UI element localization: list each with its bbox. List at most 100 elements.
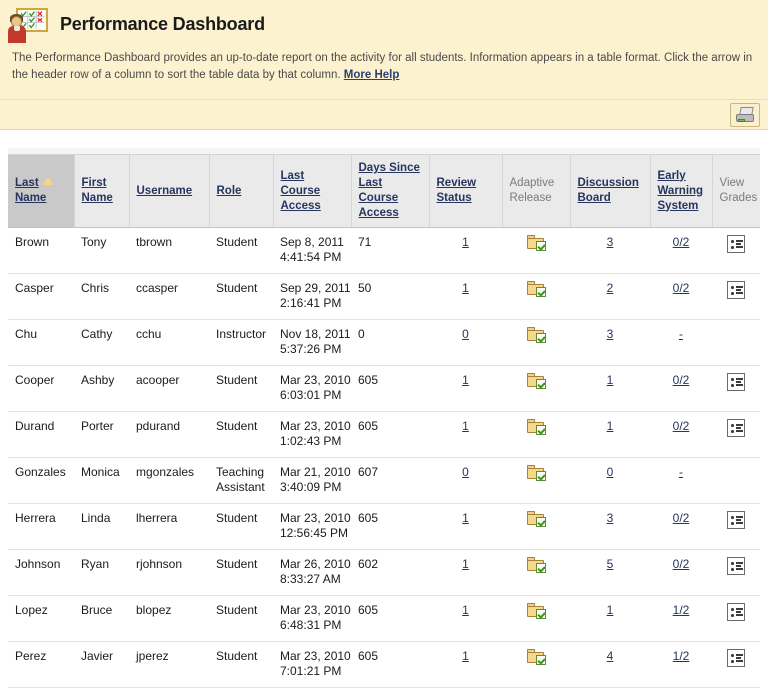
cell-early-warning-system[interactable]: - xyxy=(650,319,712,366)
cell-discussion-board[interactable]: 0 xyxy=(570,457,650,504)
cell-view-grades[interactable] xyxy=(712,411,760,458)
review-status-link[interactable]: 1 xyxy=(462,419,469,433)
cell-username: jperez xyxy=(129,641,209,688)
cell-view-grades[interactable] xyxy=(712,503,760,550)
grades-list-icon[interactable] xyxy=(727,557,745,575)
column-header-discussion-board[interactable]: Discussion Board xyxy=(570,154,651,228)
discussion-board-link[interactable]: 5 xyxy=(607,557,614,571)
discussion-board-link[interactable]: 3 xyxy=(607,235,614,249)
cell-review-status[interactable]: 1 xyxy=(429,549,502,596)
grades-list-icon[interactable] xyxy=(727,511,745,529)
print-button[interactable] xyxy=(730,102,760,127)
column-header-role-label[interactable]: Role xyxy=(217,185,242,197)
cell-discussion-board[interactable]: 3 xyxy=(570,227,650,274)
column-header-review-status-label[interactable]: Review Status xyxy=(437,177,477,204)
cell-role: Teaching Assistant xyxy=(209,457,273,504)
grades-list-icon[interactable] xyxy=(727,649,745,667)
discussion-board-link[interactable]: 1 xyxy=(607,419,614,433)
column-header-last-name[interactable]: Last Name xyxy=(8,154,75,228)
cell-early-warning-system[interactable]: 0/2 xyxy=(650,227,712,274)
early-warning-link[interactable]: - xyxy=(679,465,683,479)
cell-review-status[interactable]: 1 xyxy=(429,641,502,688)
cell-discussion-board[interactable]: 1 xyxy=(570,365,650,412)
review-status-link[interactable]: 1 xyxy=(462,281,469,295)
cell-discussion-board[interactable]: 4 xyxy=(570,641,650,688)
column-header-first-name[interactable]: First Name xyxy=(74,154,130,228)
cell-discussion-board[interactable]: 5 xyxy=(570,549,650,596)
column-header-early-warning-label[interactable]: Early Warning System xyxy=(658,170,704,212)
discussion-board-link[interactable]: 3 xyxy=(607,511,614,525)
discussion-board-link[interactable]: 1 xyxy=(607,603,614,617)
cell-discussion-board[interactable]: 2 xyxy=(570,273,650,320)
early-warning-link[interactable]: 0/2 xyxy=(673,281,690,295)
cell-view-grades[interactable] xyxy=(712,641,760,688)
cell-view-grades[interactable] xyxy=(712,365,760,412)
cell-early-warning-system[interactable]: 0/2 xyxy=(650,549,712,596)
cell-early-warning-system[interactable]: 1/2 xyxy=(650,595,712,642)
early-warning-link[interactable]: 1/2 xyxy=(673,649,690,663)
early-warning-link[interactable]: 0/2 xyxy=(673,419,690,433)
sort-ascending-triangle-icon[interactable] xyxy=(42,177,55,185)
column-header-username[interactable]: Username xyxy=(129,154,210,228)
grades-list-icon[interactable] xyxy=(727,235,745,253)
cell-early-warning-system[interactable]: 0/2 xyxy=(650,273,712,320)
early-warning-link[interactable]: 0/2 xyxy=(673,557,690,571)
cell-review-status[interactable]: 1 xyxy=(429,273,502,320)
cell-review-status[interactable]: 0 xyxy=(429,457,502,504)
column-header-username-label[interactable]: Username xyxy=(137,185,193,197)
review-status-link[interactable]: 0 xyxy=(462,327,469,341)
cell-review-status[interactable]: 1 xyxy=(429,503,502,550)
discussion-board-link[interactable]: 1 xyxy=(607,373,614,387)
column-header-days-since-last-course-access[interactable]: Days Since Last Course Access xyxy=(351,154,430,228)
cell-view-grades[interactable] xyxy=(712,227,760,274)
column-header-discussion-board-label[interactable]: Discussion Board xyxy=(578,177,639,204)
cell-discussion-board[interactable]: 1 xyxy=(570,411,650,458)
grades-list-icon[interactable] xyxy=(727,373,745,391)
more-help-link[interactable]: More Help xyxy=(344,69,400,81)
cell-review-status[interactable]: 1 xyxy=(429,595,502,642)
cell-review-status[interactable]: 1 xyxy=(429,411,502,458)
review-status-link[interactable]: 0 xyxy=(462,465,469,479)
discussion-board-link[interactable]: 4 xyxy=(607,649,614,663)
early-warning-link[interactable]: 0/2 xyxy=(673,235,690,249)
column-header-last-course-access[interactable]: Last Course Access xyxy=(273,154,352,228)
early-warning-link[interactable]: 1/2 xyxy=(673,603,690,617)
review-status-link[interactable]: 1 xyxy=(462,373,469,387)
cell-last-name: Cooper xyxy=(8,365,74,412)
early-warning-link[interactable]: - xyxy=(679,327,683,341)
review-status-link[interactable]: 1 xyxy=(462,649,469,663)
cell-discussion-board[interactable]: 1 xyxy=(570,595,650,642)
cell-early-warning-system[interactable]: 1/2 xyxy=(650,641,712,688)
column-header-review-status[interactable]: Review Status xyxy=(429,154,503,228)
cell-view-grades[interactable] xyxy=(712,549,760,596)
early-warning-link[interactable]: 0/2 xyxy=(673,373,690,387)
cell-discussion-board[interactable]: 3 xyxy=(570,319,650,366)
cell-early-warning-system[interactable]: 0/2 xyxy=(650,365,712,412)
column-header-early-warning-system[interactable]: Early Warning System xyxy=(650,154,713,228)
grades-list-icon[interactable] xyxy=(727,281,745,299)
cell-first-name: Cathy xyxy=(74,319,129,366)
cell-view-grades[interactable] xyxy=(712,595,760,642)
cell-review-status[interactable]: 1 xyxy=(429,365,502,412)
cell-review-status[interactable]: 1 xyxy=(429,227,502,274)
cell-discussion-board[interactable]: 3 xyxy=(570,503,650,550)
cell-view-grades[interactable] xyxy=(712,273,760,320)
grades-list-icon[interactable] xyxy=(727,603,745,621)
discussion-board-link[interactable]: 2 xyxy=(607,281,614,295)
column-header-days-since-label[interactable]: Days Since Last Course Access xyxy=(359,162,420,219)
cell-early-warning-system[interactable]: 0/2 xyxy=(650,503,712,550)
column-header-role[interactable]: Role xyxy=(209,154,274,228)
review-status-link[interactable]: 1 xyxy=(462,235,469,249)
cell-review-status[interactable]: 0 xyxy=(429,319,502,366)
review-status-link[interactable]: 1 xyxy=(462,603,469,617)
review-status-link[interactable]: 1 xyxy=(462,511,469,525)
review-status-link[interactable]: 1 xyxy=(462,557,469,571)
column-header-first-name-label[interactable]: First Name xyxy=(82,177,113,204)
cell-early-warning-system[interactable]: 0/2 xyxy=(650,411,712,458)
column-header-last-course-access-label[interactable]: Last Course Access xyxy=(281,170,321,212)
cell-early-warning-system[interactable]: - xyxy=(650,457,712,504)
early-warning-link[interactable]: 0/2 xyxy=(673,511,690,525)
discussion-board-link[interactable]: 0 xyxy=(607,465,614,479)
discussion-board-link[interactable]: 3 xyxy=(607,327,614,341)
grades-list-icon[interactable] xyxy=(727,419,745,437)
